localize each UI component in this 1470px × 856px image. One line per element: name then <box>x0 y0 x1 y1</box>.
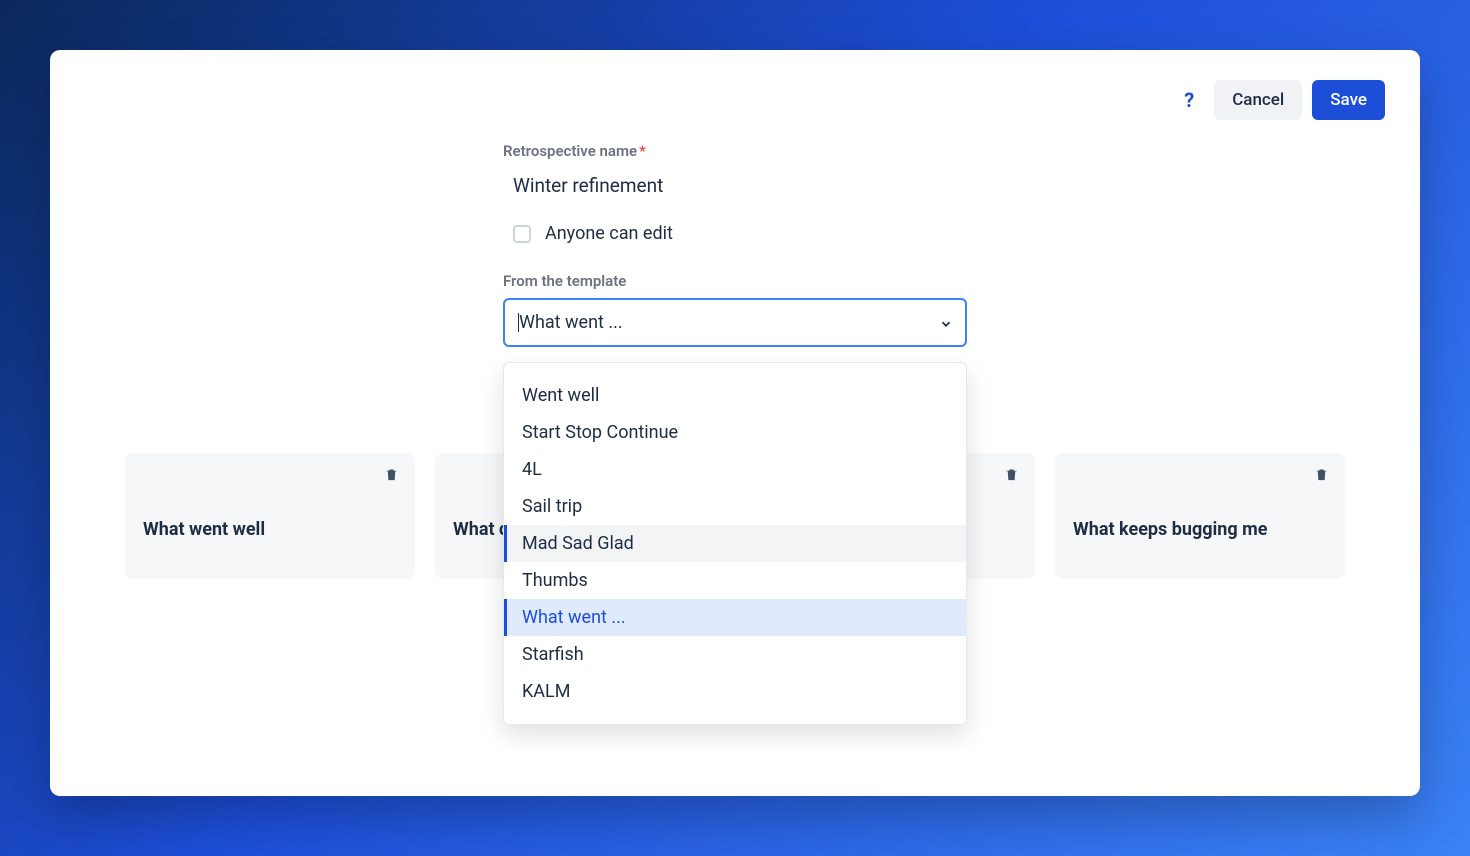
template-select-wrap: What went ... Went wellStart Stop Contin… <box>503 298 967 347</box>
column-title[interactable]: What keeps bugging me <box>1073 519 1327 540</box>
anyone-can-edit-label: Anyone can edit <box>545 223 673 244</box>
template-dropdown: Went wellStart Stop Continue4LSail tripM… <box>503 362 967 725</box>
retrospective-name-input[interactable]: Winter refinement <box>503 172 967 199</box>
trash-icon[interactable] <box>1314 467 1329 486</box>
template-selected-text: What went ... <box>519 312 623 333</box>
template-option[interactable]: Sail trip <box>504 488 966 525</box>
trash-icon[interactable] <box>384 467 399 486</box>
retro-column: What keeps bugging me <box>1055 453 1345 579</box>
save-button[interactable]: Save <box>1312 80 1385 120</box>
retro-column: What went well <box>125 453 415 579</box>
form: Retrospective name* Winter refinement An… <box>503 142 967 347</box>
template-option[interactable]: Start Stop Continue <box>504 414 966 451</box>
cancel-button[interactable]: Cancel <box>1214 80 1302 120</box>
trash-icon[interactable] <box>1004 467 1019 486</box>
name-label-text: Retrospective name <box>503 142 637 160</box>
template-select[interactable]: What went ... <box>503 298 967 347</box>
template-option[interactable]: Thumbs <box>504 562 966 599</box>
anyone-can-edit-row: Anyone can edit <box>503 223 967 244</box>
template-field-label: From the template <box>503 272 967 290</box>
anyone-can-edit-checkbox[interactable] <box>513 225 531 243</box>
template-option[interactable]: KALM <box>504 673 966 710</box>
template-option[interactable]: What went ... <box>504 599 966 636</box>
chevron-down-icon <box>939 317 951 329</box>
modal-actions: ? Cancel Save <box>1184 80 1385 120</box>
name-field-label: Retrospective name* <box>503 142 967 160</box>
help-icon[interactable]: ? <box>1184 88 1194 112</box>
column-title[interactable]: What went well <box>143 519 397 540</box>
template-option[interactable]: Starfish <box>504 636 966 673</box>
template-option[interactable]: Mad Sad Glad <box>504 525 966 562</box>
retrospective-modal: ? Cancel Save Retrospective name* Winter… <box>50 50 1420 796</box>
template-option[interactable]: Went well <box>504 377 966 414</box>
template-option[interactable]: 4L <box>504 451 966 488</box>
required-indicator: * <box>639 142 646 160</box>
